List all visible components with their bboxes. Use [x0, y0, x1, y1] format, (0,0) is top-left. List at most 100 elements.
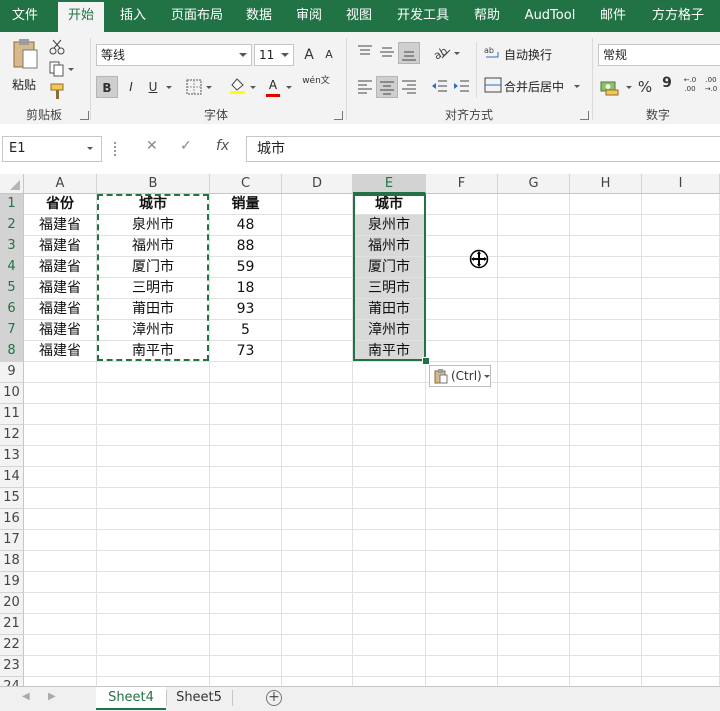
cell-c8[interactable]: 73	[210, 341, 281, 361]
font-color-button[interactable]: A	[262, 74, 284, 96]
align-bottom-button[interactable]	[398, 42, 420, 64]
alignment-launcher-icon[interactable]	[580, 111, 589, 120]
paste-options-button[interactable]: (Ctrl)	[429, 365, 491, 387]
row-header-21[interactable]: 21	[0, 614, 24, 635]
header-cell-e[interactable]: 城市	[353, 194, 425, 214]
column-header-b[interactable]: B	[97, 174, 210, 194]
fill-color-icon[interactable]	[228, 76, 246, 94]
clipboard-launcher-icon[interactable]	[80, 111, 89, 120]
column-header-g[interactable]: G	[498, 174, 570, 194]
cancel-icon[interactable]: ✕	[146, 138, 158, 154]
row-header-2[interactable]: 2	[0, 215, 24, 236]
tab-mail[interactable]: 邮件	[590, 0, 636, 32]
tab-data[interactable]: 数据	[236, 0, 282, 32]
cell-b2[interactable]: 泉州市	[97, 215, 209, 235]
row-header-7[interactable]: 7	[0, 320, 24, 341]
cell-e4[interactable]: 厦门市	[353, 257, 425, 277]
tab-home[interactable]: 开始	[58, 2, 104, 32]
cell-a2[interactable]: 福建省	[24, 215, 96, 235]
copy-icon[interactable]	[48, 60, 66, 78]
cell-e3[interactable]: 福州市	[353, 236, 425, 256]
cell-b4[interactable]: 厦门市	[97, 257, 209, 277]
border-icon[interactable]	[186, 79, 202, 95]
column-header-c[interactable]: C	[210, 174, 282, 194]
cell-a4[interactable]: 福建省	[24, 257, 96, 277]
accounting-format-icon[interactable]	[600, 78, 620, 96]
cell-e7[interactable]: 漳州市	[353, 320, 425, 340]
cell-e2[interactable]: 泉州市	[353, 215, 425, 235]
decrease-decimal-button[interactable]: .00 →.0	[702, 76, 720, 98]
row-header-15[interactable]: 15	[0, 488, 24, 509]
align-middle-icon[interactable]	[378, 44, 396, 60]
row-header-16[interactable]: 16	[0, 509, 24, 530]
cell-e6[interactable]: 莆田市	[353, 299, 425, 319]
scroll-right-icon[interactable]: ▶	[48, 691, 56, 702]
italic-button[interactable]: I	[120, 76, 142, 98]
row-header-9[interactable]: 9	[0, 362, 24, 383]
tab-insert[interactable]: 插入	[110, 0, 156, 32]
row-header-20[interactable]: 20	[0, 593, 24, 614]
increase-indent-icon[interactable]	[452, 78, 470, 94]
font-size-combo[interactable]: 11	[254, 44, 294, 66]
align-left-icon[interactable]	[356, 78, 374, 94]
underline-button[interactable]: U	[142, 76, 164, 98]
cell-a5[interactable]: 福建省	[24, 278, 96, 298]
align-top-icon[interactable]	[356, 44, 374, 60]
sheet-tab-sheet4[interactable]: Sheet4	[96, 687, 166, 710]
scroll-left-icon[interactable]: ◀	[22, 691, 30, 702]
cell-c5[interactable]: 18	[210, 278, 281, 298]
cell-c6[interactable]: 93	[210, 299, 281, 319]
merge-center-button[interactable]: 合并后居中	[484, 76, 584, 96]
decrease-indent-icon[interactable]	[430, 78, 448, 94]
enter-icon[interactable]: ✓	[180, 138, 192, 154]
align-center-button[interactable]	[376, 76, 398, 98]
header-cell-b[interactable]: 城市	[97, 194, 209, 214]
row-header-12[interactable]: 12	[0, 425, 24, 446]
add-sheet-button[interactable]: +	[266, 690, 282, 706]
font-launcher-icon[interactable]	[334, 111, 343, 120]
column-header-d[interactable]: D	[282, 174, 353, 194]
row-header-10[interactable]: 10	[0, 383, 24, 404]
cell-b7[interactable]: 漳州市	[97, 320, 209, 340]
formula-bar-grip-icon[interactable]	[114, 142, 119, 156]
tab-page-layout[interactable]: 页面布局	[162, 0, 232, 32]
row-header-8[interactable]: 8	[0, 341, 24, 362]
row-header-1[interactable]: 1	[0, 194, 24, 215]
row-header-24[interactable]: 24	[0, 677, 24, 686]
sheet-tab-sheet5[interactable]: Sheet5	[168, 687, 230, 710]
shrink-font-button[interactable]: A	[318, 44, 340, 66]
font-name-combo[interactable]: 等线	[96, 44, 252, 66]
row-header-14[interactable]: 14	[0, 467, 24, 488]
header-cell-a[interactable]: 省份	[24, 194, 96, 214]
column-header-h[interactable]: H	[570, 174, 642, 194]
increase-decimal-button[interactable]: ←.0 .00	[680, 76, 700, 98]
tab-audtool[interactable]: AudTool	[516, 0, 584, 32]
cell-c7[interactable]: 5	[210, 320, 281, 340]
cell-c2[interactable]: 48	[210, 215, 281, 235]
cell-b3[interactable]: 福州市	[97, 236, 209, 256]
phonetic-button[interactable]: wén文	[302, 76, 330, 98]
tab-fangfang[interactable]: 方方格子	[644, 0, 712, 32]
column-header-e[interactable]: E	[353, 174, 426, 194]
tab-developer[interactable]: 开发工具	[388, 0, 458, 32]
column-header-i[interactable]: I	[642, 174, 720, 194]
paste-button[interactable]: 粘贴	[8, 38, 44, 96]
cell-e8[interactable]: 南平市	[353, 341, 425, 361]
cell-e5[interactable]: 三明市	[353, 278, 425, 298]
tab-help[interactable]: 帮助	[464, 0, 510, 32]
cell-c3[interactable]: 88	[210, 236, 281, 256]
row-header-5[interactable]: 5	[0, 278, 24, 299]
row-header-19[interactable]: 19	[0, 572, 24, 593]
fill-handle[interactable]	[422, 357, 430, 365]
column-header-a[interactable]: A	[24, 174, 97, 194]
select-all-button[interactable]	[0, 174, 24, 194]
header-cell-c[interactable]: 销量	[210, 194, 281, 214]
bold-button[interactable]: B	[96, 76, 118, 98]
cell-a3[interactable]: 福建省	[24, 236, 96, 256]
wrap-text-button[interactable]: ab 自动换行	[484, 44, 570, 64]
column-header-f[interactable]: F	[426, 174, 498, 194]
cell-b8[interactable]: 南平市	[97, 341, 209, 361]
cut-icon[interactable]	[48, 38, 66, 56]
row-header-6[interactable]: 6	[0, 299, 24, 320]
percent-style-button[interactable]: %	[634, 76, 656, 98]
